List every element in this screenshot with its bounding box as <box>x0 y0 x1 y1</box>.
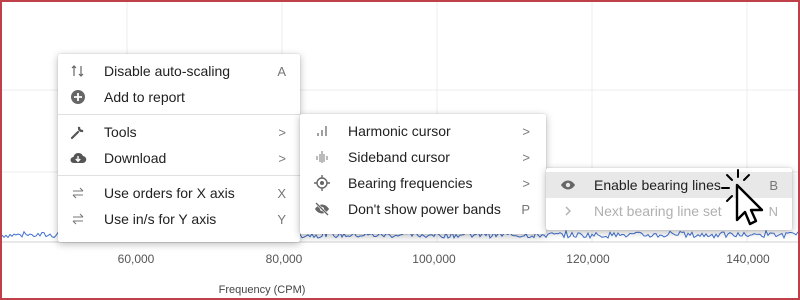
x-tick-label: 80,000 <box>265 252 303 266</box>
x-tick-label: 140,000 <box>726 252 770 266</box>
submenu-arrow: > <box>278 150 286 166</box>
chevron-right-icon <box>558 205 578 217</box>
cloud-download-icon <box>68 151 88 165</box>
menu-item-tools[interactable]: Tools > <box>58 119 300 145</box>
submenu-arrow: > <box>522 175 530 191</box>
menu-item-label: Bearing frequencies <box>348 175 473 191</box>
menu-item-sideband-cursor[interactable]: Sideband cursor > <box>300 144 546 170</box>
bar-chart-icon <box>312 124 332 138</box>
sideband-icon <box>312 150 332 164</box>
menu-item-label: Harmonic cursor <box>348 123 451 139</box>
swap-arrows-icon <box>68 186 88 200</box>
target-icon <box>312 175 332 191</box>
eye-off-icon <box>312 201 332 217</box>
menu-item-label: Tools <box>104 124 137 140</box>
shortcut-label: Y <box>277 211 286 227</box>
menu-item-label: Download <box>104 150 167 166</box>
menu-item-label: Use orders for X axis <box>104 185 235 201</box>
menu-item-label: Don't show power bands <box>348 201 501 217</box>
tools-submenu: Harmonic cursor > Sideband cursor > Bear… <box>300 114 546 234</box>
menu-item-harmonic-cursor[interactable]: Harmonic cursor > <box>300 118 546 144</box>
x-tick-label: 60,000 <box>117 252 155 266</box>
add-circle-icon <box>68 89 88 105</box>
menu-divider <box>58 114 300 115</box>
menu-item-label: Use in/s for Y axis <box>104 211 217 227</box>
swap-arrows-icon <box>68 212 88 226</box>
x-tick-label: 100,000 <box>412 252 456 266</box>
submenu-arrow: > <box>278 124 286 140</box>
shortcut-label: P <box>521 201 530 217</box>
menu-item-use-orders-x-axis[interactable]: Use orders for X axis X <box>58 180 300 206</box>
eye-icon <box>558 177 578 193</box>
menu-item-use-ins-y-axis[interactable]: Use in/s for Y axis Y <box>58 206 300 232</box>
shortcut-label: X <box>277 185 286 201</box>
submenu-arrow: > <box>522 123 530 139</box>
menu-item-label: Sideband cursor <box>348 149 450 165</box>
wrench-icon <box>68 124 88 140</box>
menu-item-bearing-frequencies[interactable]: Bearing frequencies > <box>300 170 546 196</box>
menu-item-label: Disable auto-scaling <box>104 63 231 79</box>
menu-item-disable-auto-scaling[interactable]: Disable auto-scaling A <box>58 58 300 84</box>
menu-item-download[interactable]: Download > <box>58 145 300 171</box>
menu-item-dont-show-power-bands[interactable]: Don't show power bands P <box>300 196 546 222</box>
menu-item-label: Add to report <box>104 89 185 105</box>
context-menu: Disable auto-scaling A Add to report Too… <box>58 54 300 242</box>
menu-item-add-to-report[interactable]: Add to report <box>58 84 300 110</box>
auto-scaling-icon <box>68 64 88 78</box>
x-tick-label: 120,000 <box>566 252 610 266</box>
submenu-arrow: > <box>522 149 530 165</box>
shortcut-label: A <box>277 63 286 79</box>
x-axis-title: Frequency (CPM) <box>218 284 306 296</box>
mouse-pointer-icon <box>721 169 764 226</box>
menu-divider <box>58 175 300 176</box>
